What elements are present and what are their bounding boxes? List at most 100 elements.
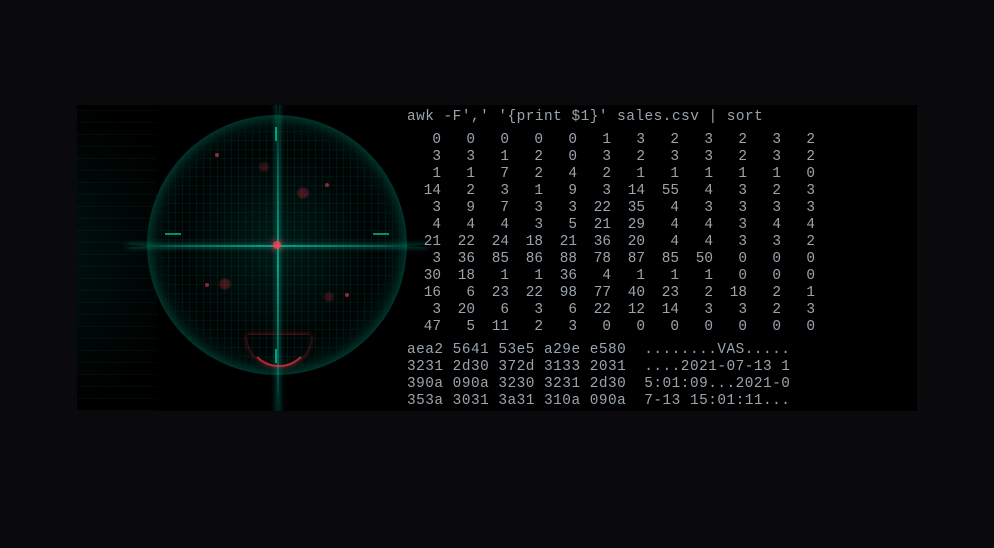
grid-cell: 1 (713, 166, 747, 183)
grid-cell: 3 (713, 200, 747, 217)
grid-cell: 0 (543, 132, 577, 149)
hex-row: 390a 090a 3230 3231 2d30 5:01:09...2021-0 (407, 376, 911, 393)
grid-cell: 3 (713, 217, 747, 234)
grid-cell: 3 (781, 183, 815, 200)
grid-cell: 9 (543, 183, 577, 200)
grid-cell: 3 (713, 183, 747, 200)
grid-cell: 11 (475, 319, 509, 336)
grid-cell: 3 (679, 149, 713, 166)
grid-cell: 20 (441, 302, 475, 319)
grid-cell: 29 (611, 217, 645, 234)
grid-cell: 0 (747, 251, 781, 268)
grid-cell: 5 (441, 319, 475, 336)
grid-cell: 1 (577, 132, 611, 149)
grid-row: 000001323232 (407, 132, 911, 149)
grid-cell: 22 (509, 285, 543, 302)
grid-cell: 3 (543, 200, 577, 217)
grid-row: 3206362212143323 (407, 302, 911, 319)
grid-cell: 4 (543, 166, 577, 183)
grid-cell: 3 (645, 149, 679, 166)
target-dot-icon (273, 241, 281, 249)
grid-cell: 23 (645, 285, 679, 302)
grid-cell: 1 (679, 268, 713, 285)
hex-dump: aea2 5641 53e5 a29e e580........VAS.....… (407, 342, 911, 410)
grid-cell: 9 (441, 200, 475, 217)
grid-cell: 2 (781, 234, 815, 251)
grid-cell: 3 (679, 132, 713, 149)
grid-cell: 12 (611, 302, 645, 319)
crosshair-horizontal-icon (127, 245, 427, 247)
grid-cell: 2 (713, 149, 747, 166)
grid-cell: 2 (577, 166, 611, 183)
grid-cell: 4 (645, 200, 679, 217)
grid-cell: 3 (611, 132, 645, 149)
grid-cell: 3 (747, 200, 781, 217)
grid-cell: 3 (781, 200, 815, 217)
grid-cell: 2 (611, 149, 645, 166)
grid-cell: 2 (747, 285, 781, 302)
grid-cell: 50 (679, 251, 713, 268)
grid-cell: 18 (713, 285, 747, 302)
grid-cell: 3 (679, 200, 713, 217)
grid-cell: 98 (543, 285, 577, 302)
grid-cell: 1 (645, 166, 679, 183)
grid-cell: 1 (407, 166, 441, 183)
grid-cell: 2 (713, 132, 747, 149)
grid-cell: 6 (441, 285, 475, 302)
hex-ascii: 7-13 15:01:11... (644, 393, 790, 410)
grid-cell: 16 (407, 285, 441, 302)
hex-bytes: 353a 3031 3a31 310a 090a (407, 393, 626, 410)
grid-cell: 3 (509, 217, 543, 234)
grid-cell: 0 (441, 132, 475, 149)
grid-cell: 22 (577, 302, 611, 319)
grid-cell: 4 (645, 234, 679, 251)
grid-cell: 18 (509, 234, 543, 251)
hex-ascii: 5:01:09...2021-0 (644, 376, 790, 393)
grid-cell: 3 (475, 183, 509, 200)
grid-cell: 85 (645, 251, 679, 268)
grid-cell: 2 (781, 132, 815, 149)
grid-cell: 4 (577, 268, 611, 285)
grid-cell: 4 (475, 217, 509, 234)
hex-ascii: ........VAS..... (644, 342, 790, 359)
grid-row: 39733223543333 (407, 200, 911, 217)
grid-cell: 88 (543, 251, 577, 268)
grid-cell: 36 (441, 251, 475, 268)
hex-bytes: 390a 090a 3230 3231 2d30 (407, 376, 626, 393)
grid-row: 33685868878878550000 (407, 251, 911, 268)
grid-cell: 1 (747, 166, 781, 183)
grid-cell: 77 (577, 285, 611, 302)
grid-cell: 1 (611, 268, 645, 285)
grid-cell: 85 (475, 251, 509, 268)
grid-cell: 3 (407, 149, 441, 166)
grid-cell: 3 (441, 149, 475, 166)
grid-row: 16623229877402321821 (407, 285, 911, 302)
grid-cell: 2 (509, 319, 543, 336)
grid-cell: 4 (747, 217, 781, 234)
grid-cell: 14 (407, 183, 441, 200)
grid-cell: 0 (645, 319, 679, 336)
tick-icon (275, 127, 277, 141)
grid-cell: 0 (543, 149, 577, 166)
grid-cell: 4 (679, 234, 713, 251)
terminal-output: awk -F',' '{print $1}' sales.csv | sort … (407, 109, 911, 407)
hex-bytes: 3231 2d30 372d 3133 2031 (407, 359, 626, 376)
grid-cell: 2 (645, 132, 679, 149)
grid-cell: 5 (543, 217, 577, 234)
grid-row: 142319314554323 (407, 183, 911, 200)
grid-cell: 1 (781, 285, 815, 302)
grid-cell: 21 (543, 234, 577, 251)
grid-cell: 1 (441, 166, 475, 183)
grid-cell: 1 (509, 268, 543, 285)
grid-cell: 14 (645, 302, 679, 319)
grid-cell: 14 (611, 183, 645, 200)
grid-cell: 3 (407, 200, 441, 217)
grid-cell: 0 (611, 319, 645, 336)
grid-row: 331203233232 (407, 149, 911, 166)
grid-cell: 3 (407, 251, 441, 268)
hex-row: 3231 2d30 372d 3133 2031....2021-07-13 1 (407, 359, 911, 376)
grid-cell: 87 (611, 251, 645, 268)
grid-cell: 55 (645, 183, 679, 200)
grid-cell: 1 (679, 166, 713, 183)
grid-cell: 4 (781, 217, 815, 234)
